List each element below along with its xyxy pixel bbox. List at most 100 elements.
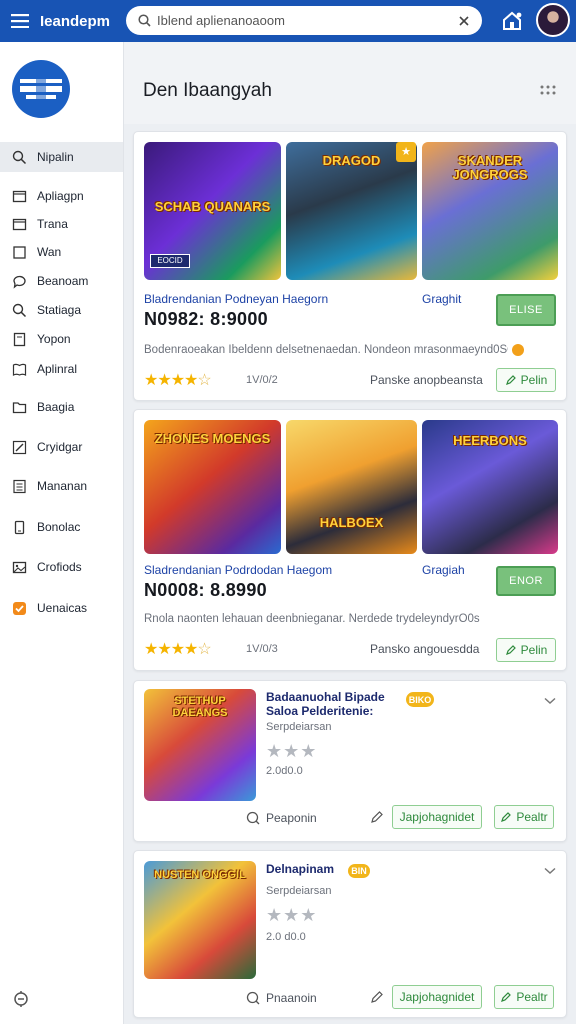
sidebar-item-cryidgar[interactable]: Cryidgar xyxy=(0,432,123,462)
list-item[interactable]: NUSTEN ONGGIL Delnapinam BIN Serpdeiarsa… xyxy=(133,850,567,1018)
sidebar-item-label: Statiaga xyxy=(37,303,82,317)
sidebar-item-crofiods[interactable]: Crofiods xyxy=(0,552,123,582)
sidebar: Nipalin Apliagpn Trana Wan Beanoam Stati… xyxy=(0,42,124,1024)
sidebar-item-label: Trana xyxy=(37,217,68,231)
star-rating: ★★★ xyxy=(266,741,318,761)
menu-button[interactable] xyxy=(0,0,40,42)
game-thumbnail[interactable]: SCHAB QUANARS EOCID xyxy=(144,142,281,280)
game-badge: BIKO xyxy=(406,692,434,707)
clear-icon[interactable] xyxy=(458,15,470,27)
chevron-down-icon[interactable] xyxy=(544,697,556,705)
check-badge-icon xyxy=(13,601,26,615)
sidebar-item-bonolac[interactable]: Bonolac xyxy=(0,512,123,542)
chevron-down-icon[interactable] xyxy=(544,867,556,875)
game-description: Rnola naonten lehauan deenbnieganar. Ner… xyxy=(144,613,480,625)
list-icon xyxy=(13,479,26,493)
document-icon xyxy=(13,332,26,346)
sidebar-item-beanoam[interactable]: Beanoam xyxy=(0,266,123,296)
top-bar: Ieandepm xyxy=(0,0,576,42)
window-icon xyxy=(12,190,27,202)
game-thumbnail[interactable]: HALBOEX xyxy=(286,420,417,554)
sidebar-item-aplinral[interactable]: Aplinral xyxy=(0,354,123,384)
sidebar-item-label: Crofiods xyxy=(37,560,82,574)
search-bar[interactable] xyxy=(126,6,482,35)
star-rating: ★★★★☆ xyxy=(144,372,212,389)
badge-button[interactable]: ELISE xyxy=(496,294,556,326)
edit-icon xyxy=(501,992,512,1002)
folder-icon xyxy=(12,401,27,413)
settings-icon[interactable] xyxy=(12,990,30,1008)
sidebar-item-wan[interactable]: Wan xyxy=(0,237,123,267)
game-category[interactable]: Gragiah xyxy=(422,563,465,577)
sidebar-item-statiaga[interactable]: Statiaga xyxy=(0,295,123,325)
play-button[interactable]: Pealtr xyxy=(494,985,554,1009)
app-brand[interactable]: Ieandepm xyxy=(40,13,122,30)
rating-value: 2.0d0.0 xyxy=(266,765,303,777)
game-price: N0982: 8:9000 xyxy=(144,309,268,329)
secondary-button[interactable]: Japjohagnidet xyxy=(392,985,482,1009)
sidebar-item-nipalin[interactable]: Nipalin xyxy=(0,142,123,172)
avatar[interactable] xyxy=(536,3,570,37)
game-description: Bodenraoeakan Ibeldenn delsetnenaedan. N… xyxy=(144,344,508,356)
play-button[interactable]: Pelin xyxy=(496,638,556,662)
edit-icon xyxy=(505,375,516,385)
edit-icon[interactable] xyxy=(370,990,384,1004)
game-thumbnail[interactable]: DRAGOD xyxy=(286,142,417,280)
play-button[interactable]: Pelin xyxy=(496,368,556,392)
sidebar-item-label: Baagia xyxy=(37,400,75,414)
badge-button[interactable]: ENOR xyxy=(496,566,556,596)
book-icon xyxy=(12,363,27,376)
page-title: Den Ibaangyah xyxy=(143,80,272,101)
game-subtitle: Serpdeiarsan xyxy=(266,885,332,897)
image-icon xyxy=(12,561,27,573)
home-icon[interactable] xyxy=(500,9,524,33)
thumbnail-title: SKANDER JONGROGS xyxy=(452,153,528,183)
sidebar-item-label: Bonolac xyxy=(37,520,81,534)
game-title[interactable]: Sladrendanian Podrdodan Haegom xyxy=(144,563,404,577)
game-price: N0008: 8.8990 xyxy=(144,580,267,600)
game-meta: Panske anopbeansta xyxy=(370,373,483,387)
search-icon xyxy=(12,150,27,164)
secondary-button[interactable]: Japjohagnidet xyxy=(392,805,482,829)
list-item[interactable]: STETHUP DAEANGS Badaanuohal Bipade Saloa… xyxy=(133,680,567,842)
chat-icon xyxy=(13,275,26,289)
search-input[interactable] xyxy=(157,13,458,28)
game-meta[interactable]: Pnaanoin xyxy=(266,991,317,1005)
sidebar-item-label: Nipalin xyxy=(37,150,74,164)
game-title[interactable]: Delnapinam xyxy=(266,862,334,877)
play-button[interactable]: Pealtr xyxy=(494,805,554,829)
game-thumbnail[interactable]: ZHONES MOENGS xyxy=(144,420,281,554)
game-category[interactable]: Graghit xyxy=(422,292,461,306)
featured-card[interactable]: ZHONES MOENGS HALBOEX HEERBONS Sladrenda… xyxy=(133,409,567,671)
star-rating: ★★★ xyxy=(266,905,318,925)
edit-icon[interactable] xyxy=(370,810,384,824)
logo[interactable] xyxy=(12,60,70,118)
sidebar-item-label: Yopon xyxy=(37,332,71,346)
game-meta[interactable]: Peaponin xyxy=(266,811,317,825)
edit-icon xyxy=(505,645,516,655)
sidebar-item-trana[interactable]: Trana xyxy=(0,209,123,239)
sidebar-item-label: Apliagpn xyxy=(37,189,84,203)
game-title[interactable]: Badaanuohal Bipade Saloa Pelderitenie: xyxy=(266,690,406,719)
favorite-icon[interactable]: ★ xyxy=(396,142,416,162)
sidebar-item-yopon[interactable]: Yopon xyxy=(0,324,123,354)
more-options-icon[interactable] xyxy=(538,82,558,98)
game-badge: BIN xyxy=(348,864,370,878)
game-thumbnail[interactable]: STETHUP DAEANGS xyxy=(144,689,256,801)
sidebar-item-baagia[interactable]: Baagia xyxy=(0,392,123,422)
featured-card[interactable]: SCHAB QUANARS EOCID DRAGOD ★ SKANDER JON… xyxy=(133,131,567,401)
game-thumbnail[interactable]: HEERBONS xyxy=(422,420,558,554)
game-meta: Pansko angouesdda xyxy=(370,642,480,656)
sidebar-item-uenaicas[interactable]: Uenaicas xyxy=(0,593,123,623)
edit-icon xyxy=(501,812,512,822)
sidebar-item-label: Wan xyxy=(37,245,62,259)
thumbnail-title: HALBOEX xyxy=(319,515,384,530)
game-thumbnail[interactable]: NUSTEN ONGGIL xyxy=(144,861,256,979)
button-label: Pealtr xyxy=(516,990,548,1004)
hamburger-icon xyxy=(11,14,29,28)
button-label: Pelin xyxy=(520,643,548,657)
sidebar-item-mananan[interactable]: Mananan xyxy=(0,471,123,501)
sidebar-item-apliagpn[interactable]: Apliagpn xyxy=(0,181,123,211)
game-title[interactable]: Bladrendanian Podneyan Haegorn xyxy=(144,292,404,306)
game-thumbnail[interactable]: SKANDER JONGROGS xyxy=(422,142,558,280)
